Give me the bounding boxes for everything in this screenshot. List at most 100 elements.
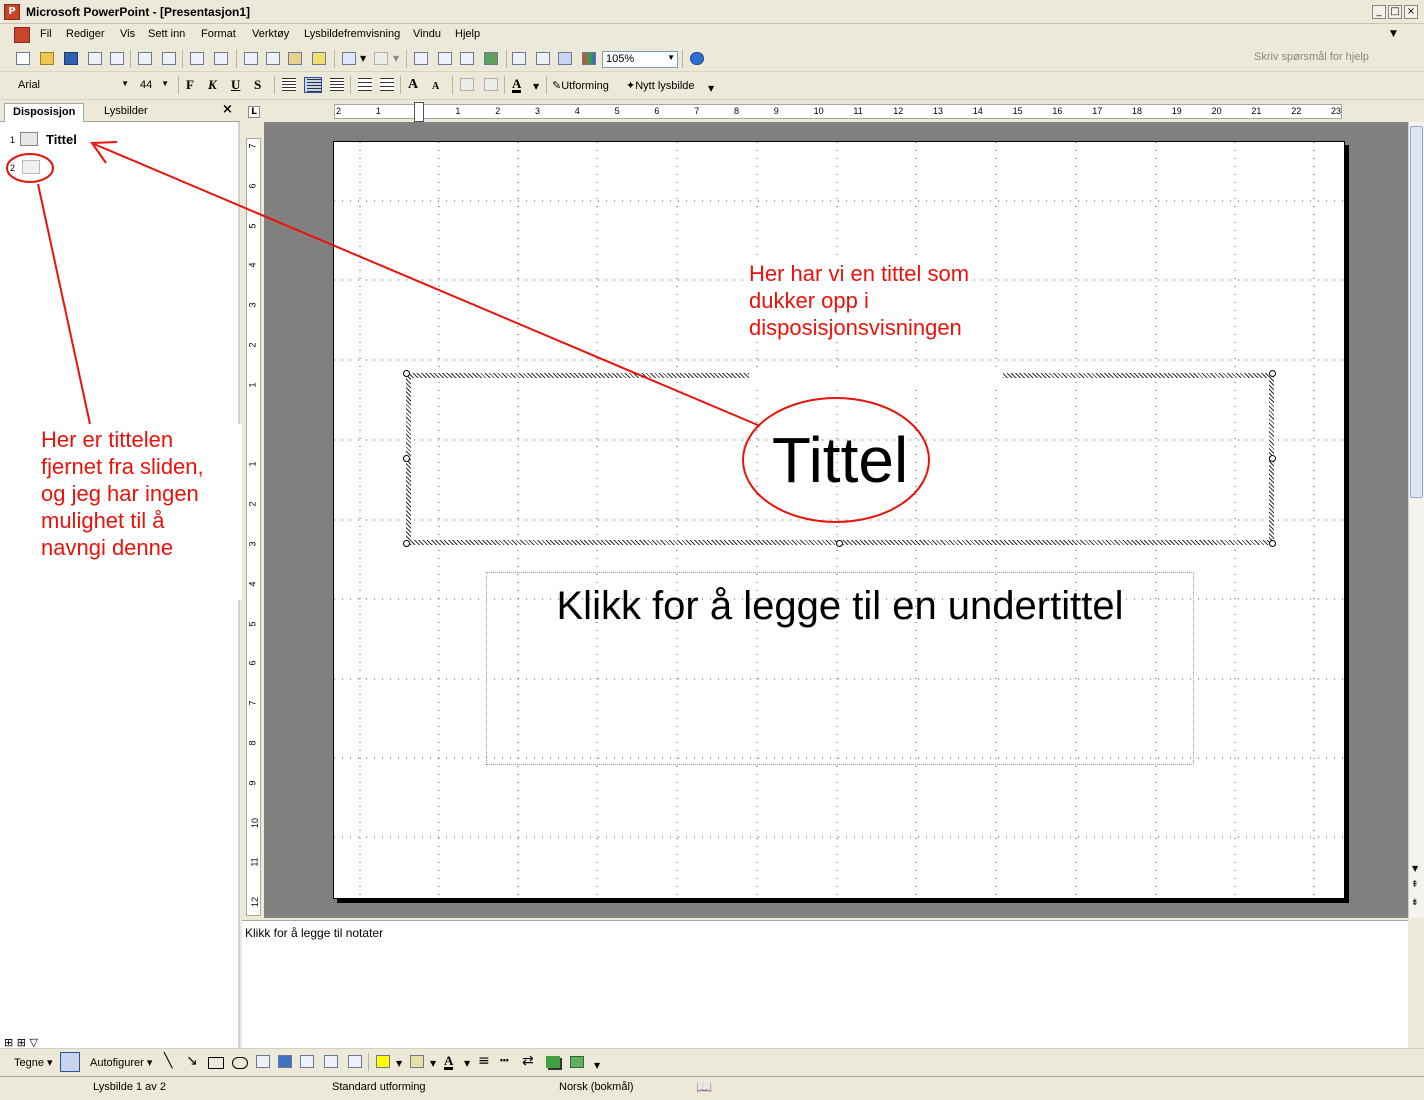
notes-pane[interactable]: Klikk for å legge til notater bbox=[242, 920, 1408, 1048]
color-grayscale-icon[interactable] bbox=[580, 51, 598, 67]
new-icon[interactable] bbox=[14, 51, 32, 67]
help-icon[interactable] bbox=[688, 51, 706, 67]
font-color-dropdown-icon[interactable]: ▼ bbox=[533, 82, 539, 91]
autoshapes-button[interactable]: Autofigurer ▾ bbox=[90, 1056, 152, 1069]
resize-handle[interactable] bbox=[1269, 455, 1276, 462]
resize-handle[interactable] bbox=[403, 370, 410, 377]
vertical-scrollbar[interactable]: ▼ ⇞ ⇟ bbox=[1408, 122, 1424, 918]
spelling-icon[interactable] bbox=[188, 51, 206, 67]
shadow-button[interactable]: S bbox=[254, 77, 261, 93]
menu-vis[interactable]: Vis bbox=[120, 28, 135, 40]
underline-button[interactable]: U bbox=[231, 77, 240, 93]
bullets-icon[interactable] bbox=[378, 77, 396, 93]
decrease-indent-icon[interactable] bbox=[458, 77, 476, 93]
zoom-dropdown-icon[interactable]: ▼ bbox=[667, 53, 675, 62]
menu-hjelp[interactable]: Hjelp bbox=[455, 28, 480, 40]
doc-icon[interactable] bbox=[14, 27, 30, 43]
menu-rediger[interactable]: Rediger bbox=[66, 28, 105, 40]
show-formatting-icon[interactable] bbox=[534, 51, 552, 67]
slide-title[interactable]: Tittel bbox=[411, 424, 1269, 496]
print-icon[interactable] bbox=[136, 51, 154, 67]
copy-icon[interactable] bbox=[264, 51, 282, 67]
bold-button[interactable]: F bbox=[186, 77, 194, 93]
3d-style-icon[interactable] bbox=[570, 1056, 584, 1068]
line-icon[interactable]: ╲ bbox=[164, 1053, 172, 1069]
increase-indent-icon[interactable] bbox=[482, 77, 500, 93]
arrow-icon[interactable]: ↘ bbox=[186, 1053, 198, 1069]
menu-fil[interactable]: Fil bbox=[40, 28, 52, 40]
status-design[interactable]: Standard utforming bbox=[332, 1081, 426, 1093]
hyperlink-icon[interactable] bbox=[482, 51, 500, 67]
email-icon[interactable] bbox=[108, 51, 126, 67]
align-right-icon[interactable] bbox=[328, 77, 346, 93]
menu-sett-inn[interactable]: Sett inn bbox=[148, 28, 185, 40]
align-center-icon[interactable] bbox=[304, 77, 322, 93]
resize-handle[interactable] bbox=[403, 455, 410, 462]
menu-verktoy[interactable]: Verktøy bbox=[252, 28, 289, 40]
font-combo[interactable]: Arial ▼ bbox=[14, 77, 132, 94]
title-placeholder[interactable]: Tittel bbox=[411, 378, 1269, 540]
tab-lysbilder[interactable]: Lysbilder bbox=[96, 103, 156, 122]
diagram-icon[interactable] bbox=[298, 1054, 316, 1070]
resize-handle[interactable] bbox=[1269, 540, 1276, 547]
resize-handle[interactable] bbox=[403, 540, 410, 547]
wordart-icon[interactable] bbox=[276, 1054, 294, 1070]
status-language[interactable]: Norsk (bokmål) bbox=[559, 1081, 634, 1093]
spellcheck-status-icon[interactable]: 📖 bbox=[696, 1079, 712, 1095]
increase-font-size-icon[interactable]: A bbox=[408, 77, 418, 93]
font-dropdown-icon[interactable]: ▼ bbox=[121, 79, 129, 88]
redo-dropdown-icon[interactable]: ▼ bbox=[393, 54, 399, 63]
show-grid-icon[interactable] bbox=[556, 51, 574, 67]
dash-style-icon[interactable]: ┅ bbox=[500, 1053, 508, 1069]
menu-lysbildefremvisning[interactable]: Lysbildefremvisning bbox=[304, 28, 400, 40]
design-button[interactable]: ✎Utforming bbox=[552, 79, 609, 92]
fill-color-icon[interactable] bbox=[374, 1054, 392, 1070]
outline-slide-title[interactable]: Tittel bbox=[46, 132, 77, 147]
slide[interactable]: Tittel Klikk for å legge til en undertit… bbox=[333, 141, 1345, 899]
notes-placeholder[interactable]: Klikk for å legge til notater bbox=[245, 926, 383, 940]
new-slide-button[interactable]: ✦Nytt lysbilde bbox=[626, 79, 695, 92]
indent-marker[interactable] bbox=[414, 102, 424, 122]
save-icon[interactable] bbox=[62, 51, 80, 67]
shadow-style-icon[interactable] bbox=[546, 1056, 560, 1068]
line-style-icon[interactable]: ≡ bbox=[478, 1053, 490, 1069]
drawing-font-color-icon[interactable]: A bbox=[444, 1054, 454, 1070]
format-painter-icon[interactable] bbox=[310, 51, 328, 67]
scroll-down-icon[interactable]: ▼ bbox=[1412, 864, 1418, 873]
print-preview-icon[interactable] bbox=[160, 51, 178, 67]
paste-icon[interactable] bbox=[286, 51, 304, 67]
zoom-combo[interactable]: 105% ▼ bbox=[602, 51, 678, 68]
close-pane-icon[interactable]: × bbox=[222, 102, 233, 117]
select-objects-icon[interactable] bbox=[60, 1052, 80, 1072]
clipart-icon[interactable] bbox=[322, 1054, 340, 1070]
align-left-icon[interactable] bbox=[280, 77, 298, 93]
menu-vindu[interactable]: Vindu bbox=[413, 28, 441, 40]
chart-icon[interactable] bbox=[412, 51, 430, 67]
help-dropdown-icon[interactable]: ▼ bbox=[1390, 29, 1397, 39]
font-size-dropdown-icon[interactable]: ▼ bbox=[161, 79, 169, 88]
horizontal-ruler[interactable]: L 2 1 1 2 3 4 5 6 7 8 9 10 11 12 13 14 15 16 17 18 19 20 21 22 2… bbox=[242, 100, 1424, 122]
previous-slide-icon[interactable]: ⇞ bbox=[1411, 880, 1419, 890]
close-button[interactable]: × bbox=[1404, 5, 1418, 19]
resize-handle[interactable] bbox=[836, 540, 843, 547]
undo-icon[interactable] bbox=[340, 51, 358, 67]
menu-format[interactable]: Format bbox=[201, 28, 236, 40]
drawing-toolbar-options-icon[interactable]: ▼ bbox=[594, 1061, 600, 1070]
font-size-combo[interactable]: 44 ▼ bbox=[136, 77, 172, 94]
tab-disposisjon[interactable]: Disposisjon bbox=[4, 103, 85, 122]
redo-icon[interactable] bbox=[372, 51, 390, 67]
subtitle-placeholder-text[interactable]: Klikk for å legge til en undertittel bbox=[487, 581, 1193, 631]
draw-menu-button[interactable]: Tegne ▾ bbox=[14, 1056, 53, 1069]
arrow-style-icon[interactable]: ⇄ bbox=[522, 1053, 534, 1069]
undo-dropdown-icon[interactable]: ▼ bbox=[360, 54, 366, 63]
open-icon[interactable] bbox=[38, 51, 56, 67]
italic-button[interactable]: K bbox=[208, 77, 217, 93]
next-slide-icon[interactable]: ⇟ bbox=[1411, 898, 1419, 908]
resize-handle[interactable] bbox=[1269, 370, 1276, 377]
vertical-ruler[interactable]: 7 6 5 4 3 2 1 1 2 3 4 5 6 7 8 9 10 11 12 bbox=[242, 122, 264, 918]
powerpoint-icon[interactable]: P bbox=[4, 4, 20, 20]
permission-icon[interactable] bbox=[86, 51, 104, 67]
fill-color-dropdown-icon[interactable]: ▼ bbox=[396, 1059, 402, 1068]
oval-icon[interactable] bbox=[232, 1057, 248, 1069]
tab-selector-icon[interactable]: L bbox=[248, 106, 260, 118]
